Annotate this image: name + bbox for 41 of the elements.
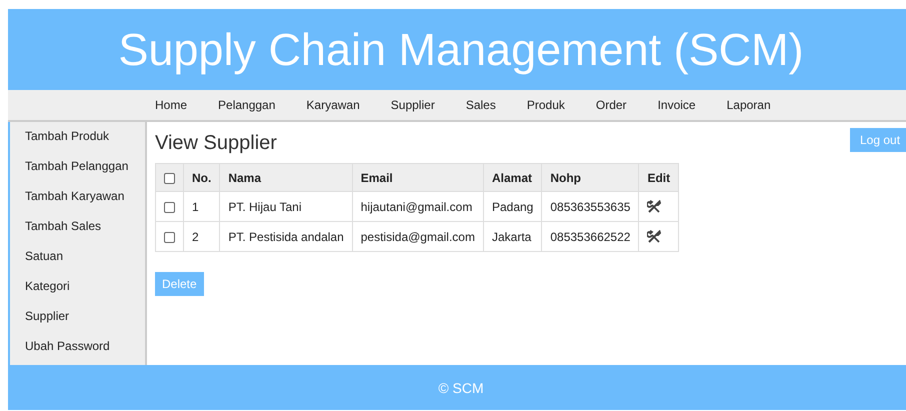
nav-link[interactable]: Karyawan xyxy=(306,98,360,112)
row-checkbox[interactable] xyxy=(164,232,175,243)
sidebar-item[interactable]: Supplier xyxy=(10,305,145,335)
table-cell: hijautani@gmail.com xyxy=(352,192,484,222)
sidebar-item[interactable]: Tambah Pelanggan xyxy=(10,155,145,185)
tools-icon[interactable] xyxy=(647,200,662,214)
sidebar-item[interactable]: Ubah Password xyxy=(10,335,145,365)
sidebar-item[interactable]: Tambah Sales xyxy=(10,215,145,245)
table-header-cell: Email xyxy=(352,164,484,192)
nav-link[interactable]: Laporan xyxy=(726,98,771,112)
sidebar-item[interactable]: Tambah Karyawan xyxy=(10,185,145,215)
table-cell: Padang xyxy=(483,192,542,222)
table-header-cell: Nama xyxy=(220,164,352,192)
table-cell: 085353662522 xyxy=(542,222,639,252)
table-header-cell: Nohp xyxy=(542,164,639,192)
table-header-cell: No. xyxy=(184,164,220,192)
nav-link[interactable]: Invoice xyxy=(658,98,696,112)
table-cell: pestisida@gmail.com xyxy=(352,222,484,252)
table-cell: PT. Pestisida andalan xyxy=(220,222,352,252)
nav-link[interactable]: Sales xyxy=(466,98,496,112)
tools-icon[interactable] xyxy=(647,230,662,244)
table-header-cell: Edit xyxy=(638,164,679,192)
table-cell: PT. Hijau Tani xyxy=(220,192,352,222)
nav-link[interactable]: Home xyxy=(155,98,188,112)
nav-link[interactable]: Pelanggan xyxy=(218,98,276,112)
table-cell: Jakarta xyxy=(483,222,542,252)
sidebar-item[interactable]: Kategori xyxy=(10,275,145,305)
nav-link[interactable]: Supplier xyxy=(390,98,435,112)
sidebar-item[interactable]: Satuan xyxy=(10,245,145,275)
table-cell: 2 xyxy=(184,222,220,252)
select-all-checkbox[interactable] xyxy=(164,172,175,184)
nav-link[interactable]: Order xyxy=(596,98,627,112)
table-cell: 1 xyxy=(184,192,220,222)
table-cell: 085363553635 xyxy=(542,192,639,222)
table-header-cell: Alamat xyxy=(483,164,542,192)
row-checkbox[interactable] xyxy=(164,202,175,213)
nav-link[interactable]: Produk xyxy=(526,98,565,112)
page-title: View Supplier xyxy=(155,132,277,154)
site-title: Supply Chain Management (SCM) xyxy=(118,24,804,76)
footer-text: © SCM xyxy=(438,380,484,396)
sidebar-item[interactable]: Tambah Produk xyxy=(10,125,145,155)
